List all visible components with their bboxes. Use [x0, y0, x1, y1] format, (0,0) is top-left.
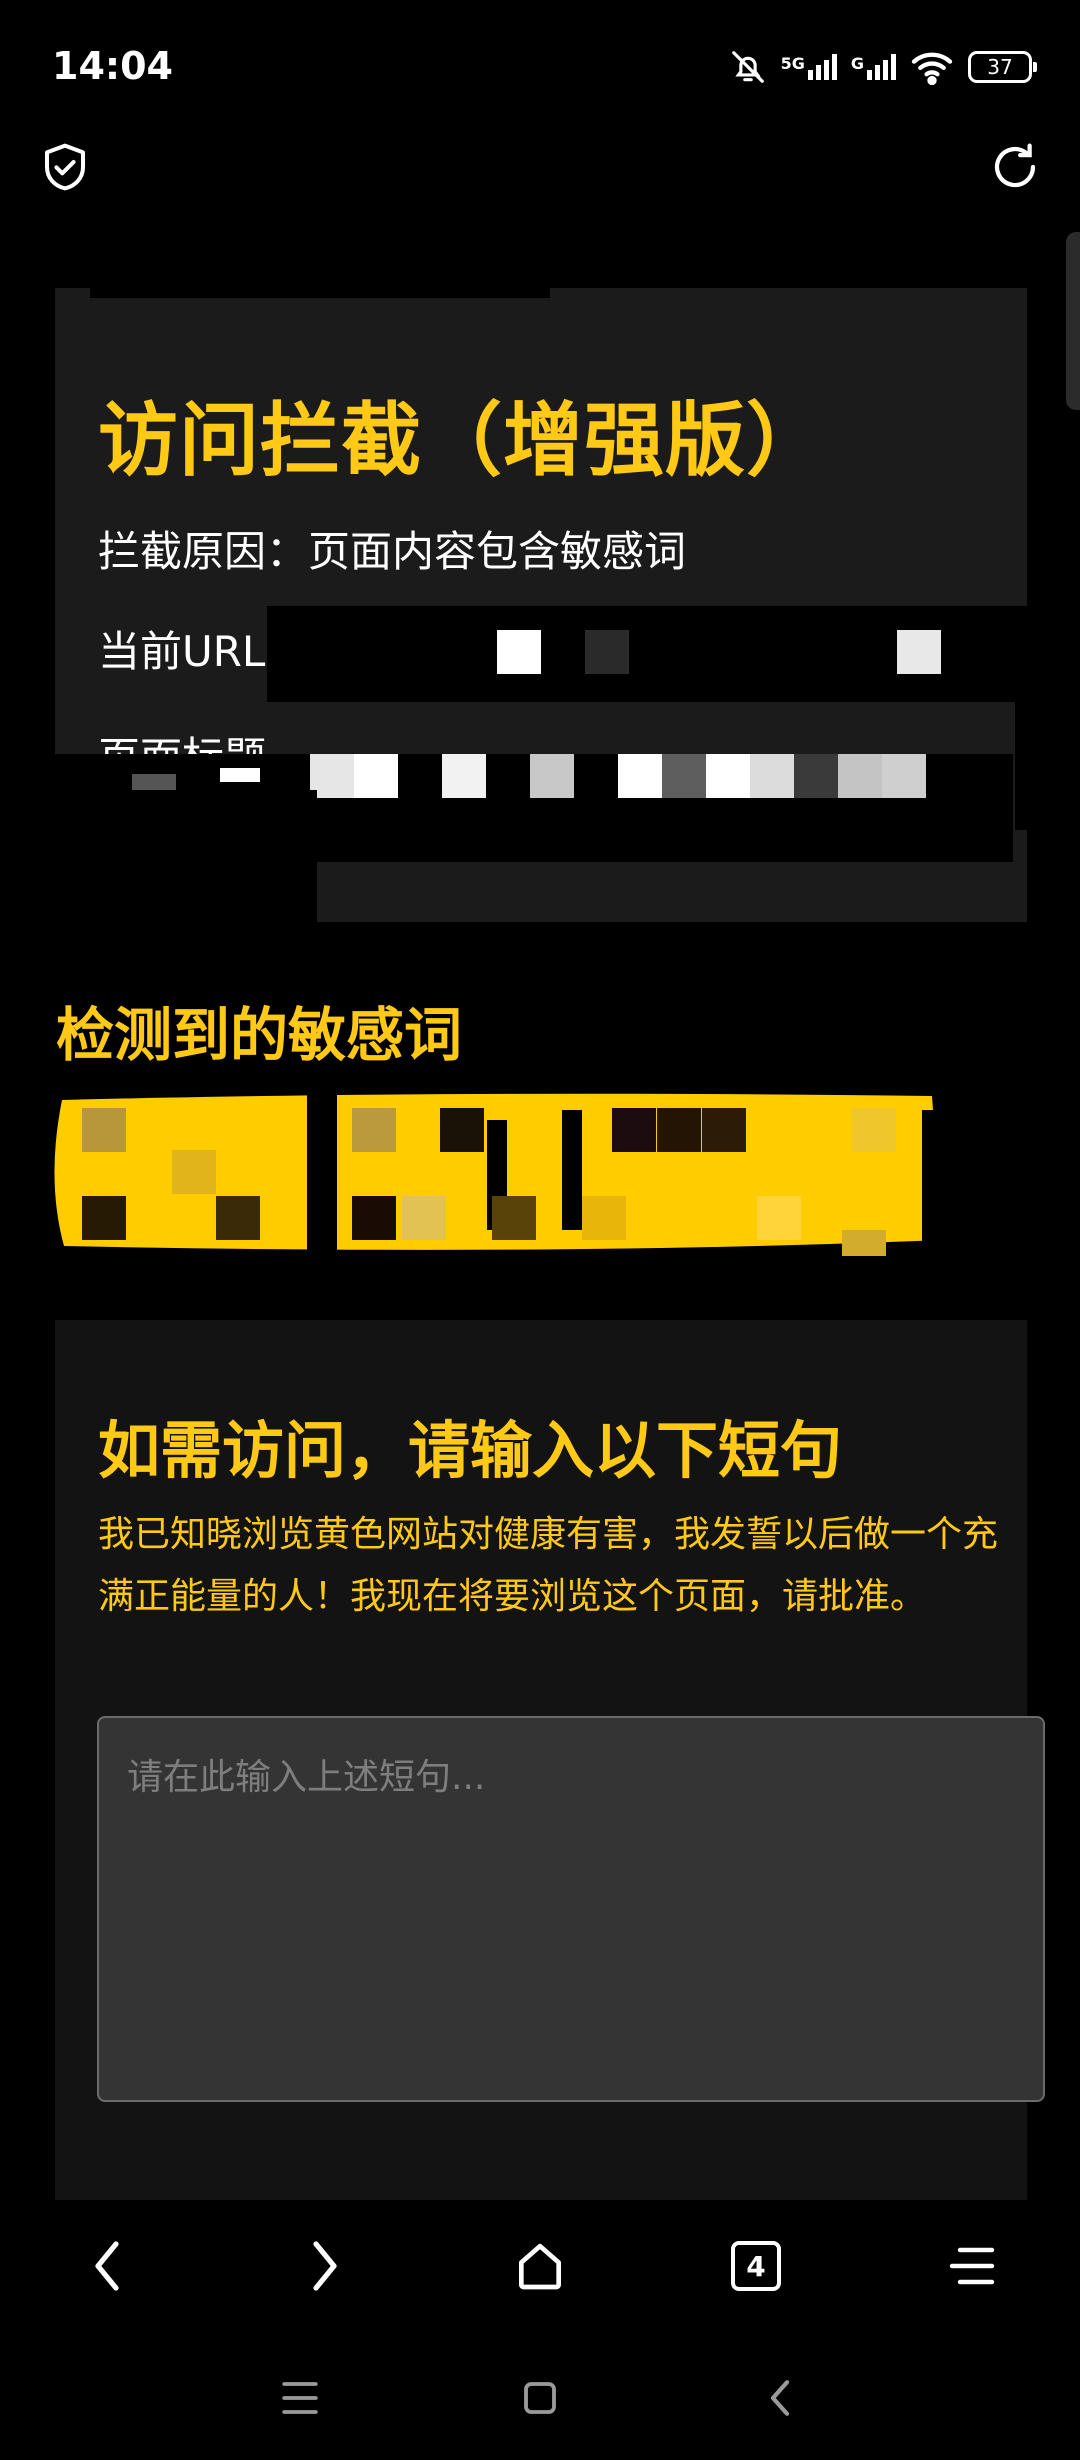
system-nav-bar — [0, 2350, 1080, 2460]
tabs-icon[interactable]: 4 — [718, 2228, 794, 2304]
forward-icon[interactable] — [286, 2228, 362, 2304]
wifi-icon — [911, 52, 953, 85]
network-type-label-2: G — [850, 54, 864, 73]
home-square-icon[interactable] — [510, 2368, 570, 2428]
confirm-card: 如需访问，请输入以下短句 我已知晓浏览黄色网站对健康有害，我发誓以后做一个充满正… — [55, 1320, 1045, 2200]
shield-check-icon[interactable] — [38, 140, 92, 194]
block-reason: 拦截原因：页面内容包含敏感词 — [98, 518, 686, 579]
pledge-text: 我已知晓浏览黄色网站对健康有害，我发誓以后做一个充满正能量的人！我现在将要浏览这… — [98, 1514, 999, 1617]
refresh-icon[interactable] — [988, 140, 1042, 194]
confirm-phrase-input[interactable] — [97, 1716, 1045, 2102]
scrollbar[interactable] — [1066, 232, 1080, 410]
signal-g-icon: G — [851, 54, 896, 80]
browser-nav-bar: 4 — [0, 2200, 1080, 2330]
url-redaction — [267, 606, 1027, 702]
reason-value: 页面内容包含敏感词 — [308, 527, 687, 576]
home-icon[interactable] — [502, 2228, 578, 2304]
battery-level: 37 — [987, 55, 1013, 79]
network-type-label: 5G — [780, 54, 805, 73]
status-bar: 14:04 5G G 37 — [0, 0, 1080, 130]
sensitive-words-redacted — [52, 1090, 997, 1260]
block-title: 访问拦截（增强版） — [98, 394, 827, 487]
left-edge-redaction — [27, 790, 317, 930]
reason-label: 拦截原因： — [98, 527, 309, 576]
back-icon[interactable] — [70, 2228, 146, 2304]
top-edge-redaction — [90, 260, 550, 298]
sensitive-words-heading: 检测到的敏感词 — [56, 1001, 463, 1069]
status-time: 14:04 — [52, 44, 173, 88]
recents-icon[interactable] — [270, 2368, 330, 2428]
block-page: 14:04 5G G 37 访问拦截（增强版） 拦截原因：页面内容包含敏感词 当… — [0, 0, 1080, 2460]
battery-icon: 37 — [968, 51, 1037, 83]
system-back-icon[interactable] — [750, 2368, 810, 2428]
confirm-title: 如需访问，请输入以下短句 — [98, 1414, 843, 1487]
current-url-label: 当前URL — [98, 627, 266, 676]
tab-count: 4 — [731, 2241, 781, 2291]
menu-icon[interactable] — [934, 2228, 1010, 2304]
mute-bell-icon — [731, 51, 764, 83]
signal-5g-icon: 5G — [781, 54, 837, 80]
status-icons: 5G G 37 — [729, 44, 1037, 90]
right-edge-redaction — [1027, 660, 1047, 830]
